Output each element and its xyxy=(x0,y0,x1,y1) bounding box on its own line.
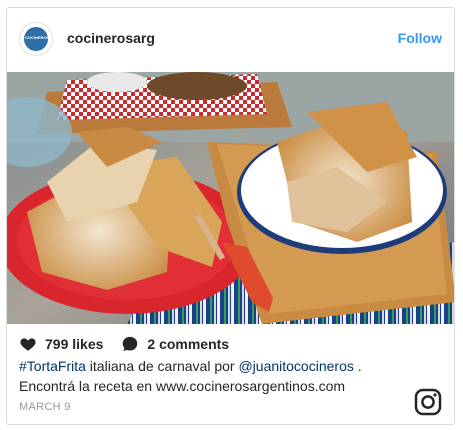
heart-icon[interactable] xyxy=(19,335,37,353)
caption-line-2: Encontrá la receta en www.cocinerosargen… xyxy=(19,378,346,394)
post-header: COCINEROS cocinerosarg Follow xyxy=(7,8,454,72)
speech-bubble-icon[interactable] xyxy=(121,335,139,353)
food-photo-illustration xyxy=(7,72,454,324)
hashtag-link[interactable]: #TortaFrita xyxy=(19,358,86,374)
follow-button[interactable]: Follow xyxy=(398,30,442,46)
post-photo[interactable] xyxy=(7,72,454,324)
instagram-icon[interactable] xyxy=(414,388,442,416)
likes-count[interactable]: 799 likes xyxy=(45,336,103,352)
post-stats: 799 likes 2 comments xyxy=(19,334,247,354)
caption-text: italiana de carnaval por xyxy=(85,358,239,374)
mention-link[interactable]: @juanitococineros xyxy=(238,358,353,374)
post-date[interactable]: MARCH 9 xyxy=(19,401,71,413)
avatar-logo: COCINEROS xyxy=(24,27,50,51)
caption-text-end: . xyxy=(353,358,362,374)
username[interactable]: cocinerosarg xyxy=(67,30,155,46)
post-caption: #TortaFrita italiana de carnaval por @ju… xyxy=(19,356,439,396)
avatar-logo-text: COCINEROS xyxy=(25,35,50,40)
comments-count[interactable]: 2 comments xyxy=(147,336,229,352)
avatar[interactable]: COCINEROS xyxy=(19,22,53,56)
instagram-embed-card: COCINEROS cocinerosarg Follow 799 likes … xyxy=(6,7,455,425)
